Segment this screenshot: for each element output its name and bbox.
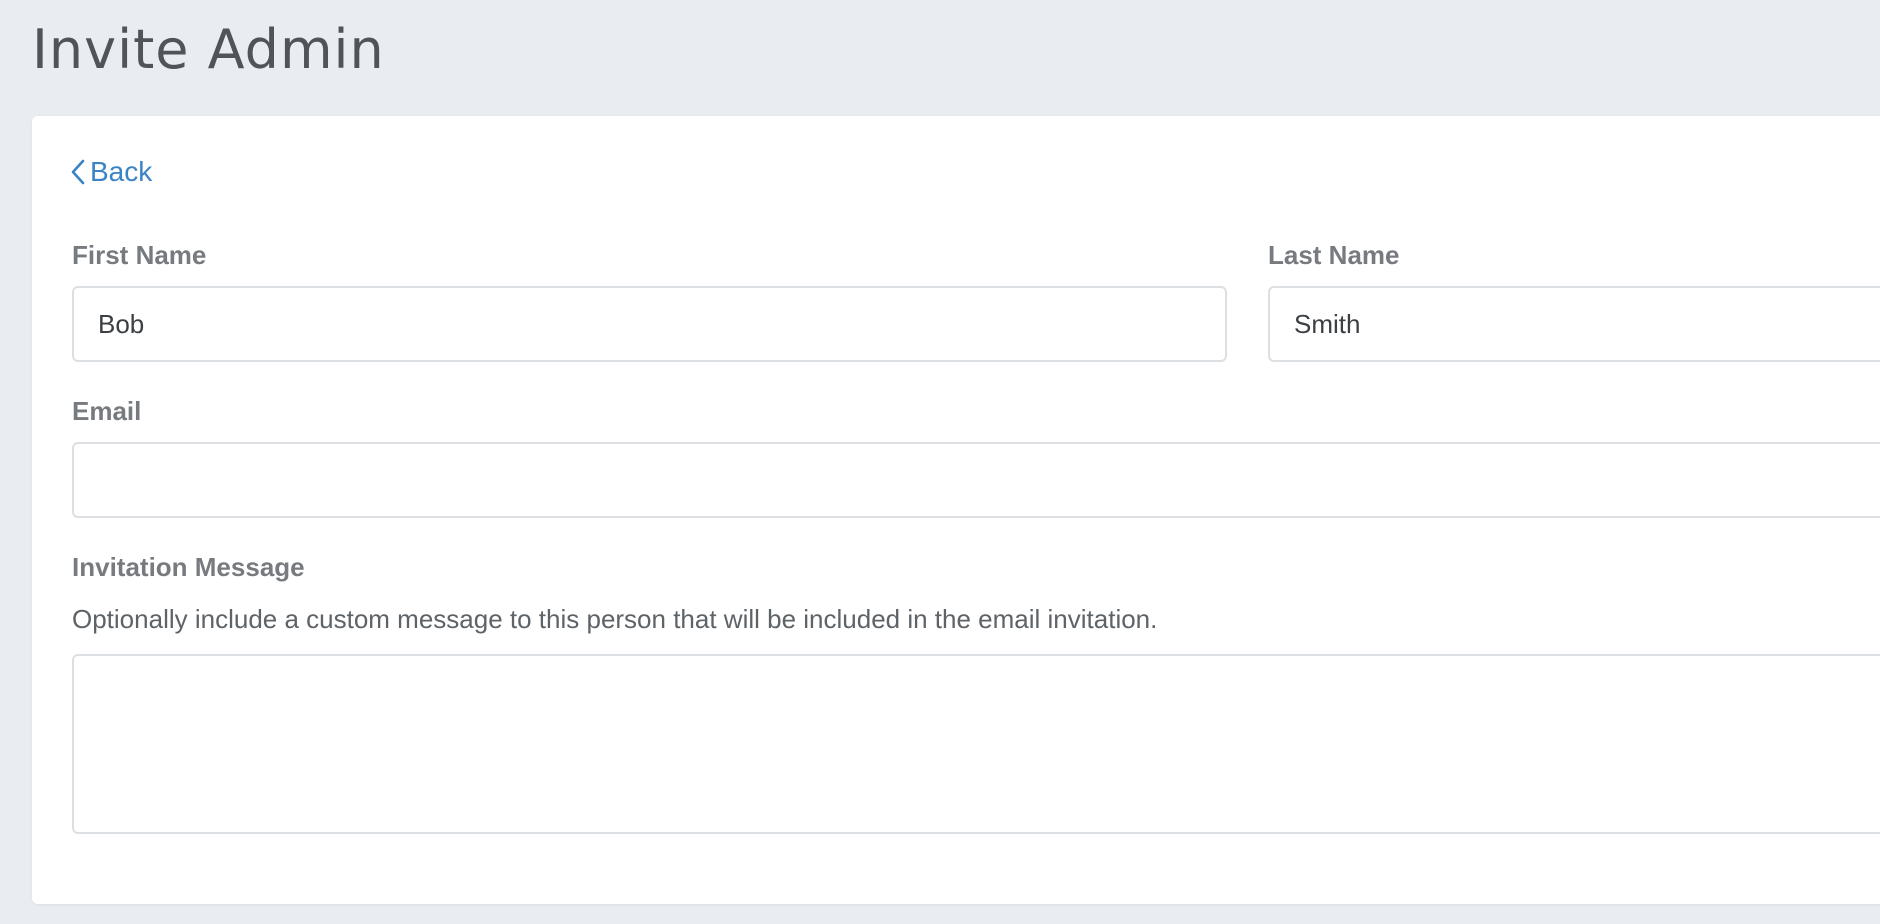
first-name-label: First Name [72,240,207,270]
invitation-message-help: Optionally include a custom message to t… [72,604,1158,634]
back-link[interactable]: Back [70,156,152,188]
invite-admin-card: Back First Name Last Name Email Invitati… [32,116,1880,904]
email-label: Email [72,396,142,426]
last-name-input[interactable] [1268,286,1880,362]
back-label: Back [90,156,153,187]
last-name-label: Last Name [1268,240,1400,270]
invitation-message-label: Invitation Message [72,552,305,582]
invitation-message-textarea[interactable] [72,654,1880,834]
page-title: Invite Admin [32,18,385,81]
email-input[interactable] [72,442,1880,518]
chevron-left-icon [71,159,85,185]
first-name-input[interactable] [72,286,1227,362]
